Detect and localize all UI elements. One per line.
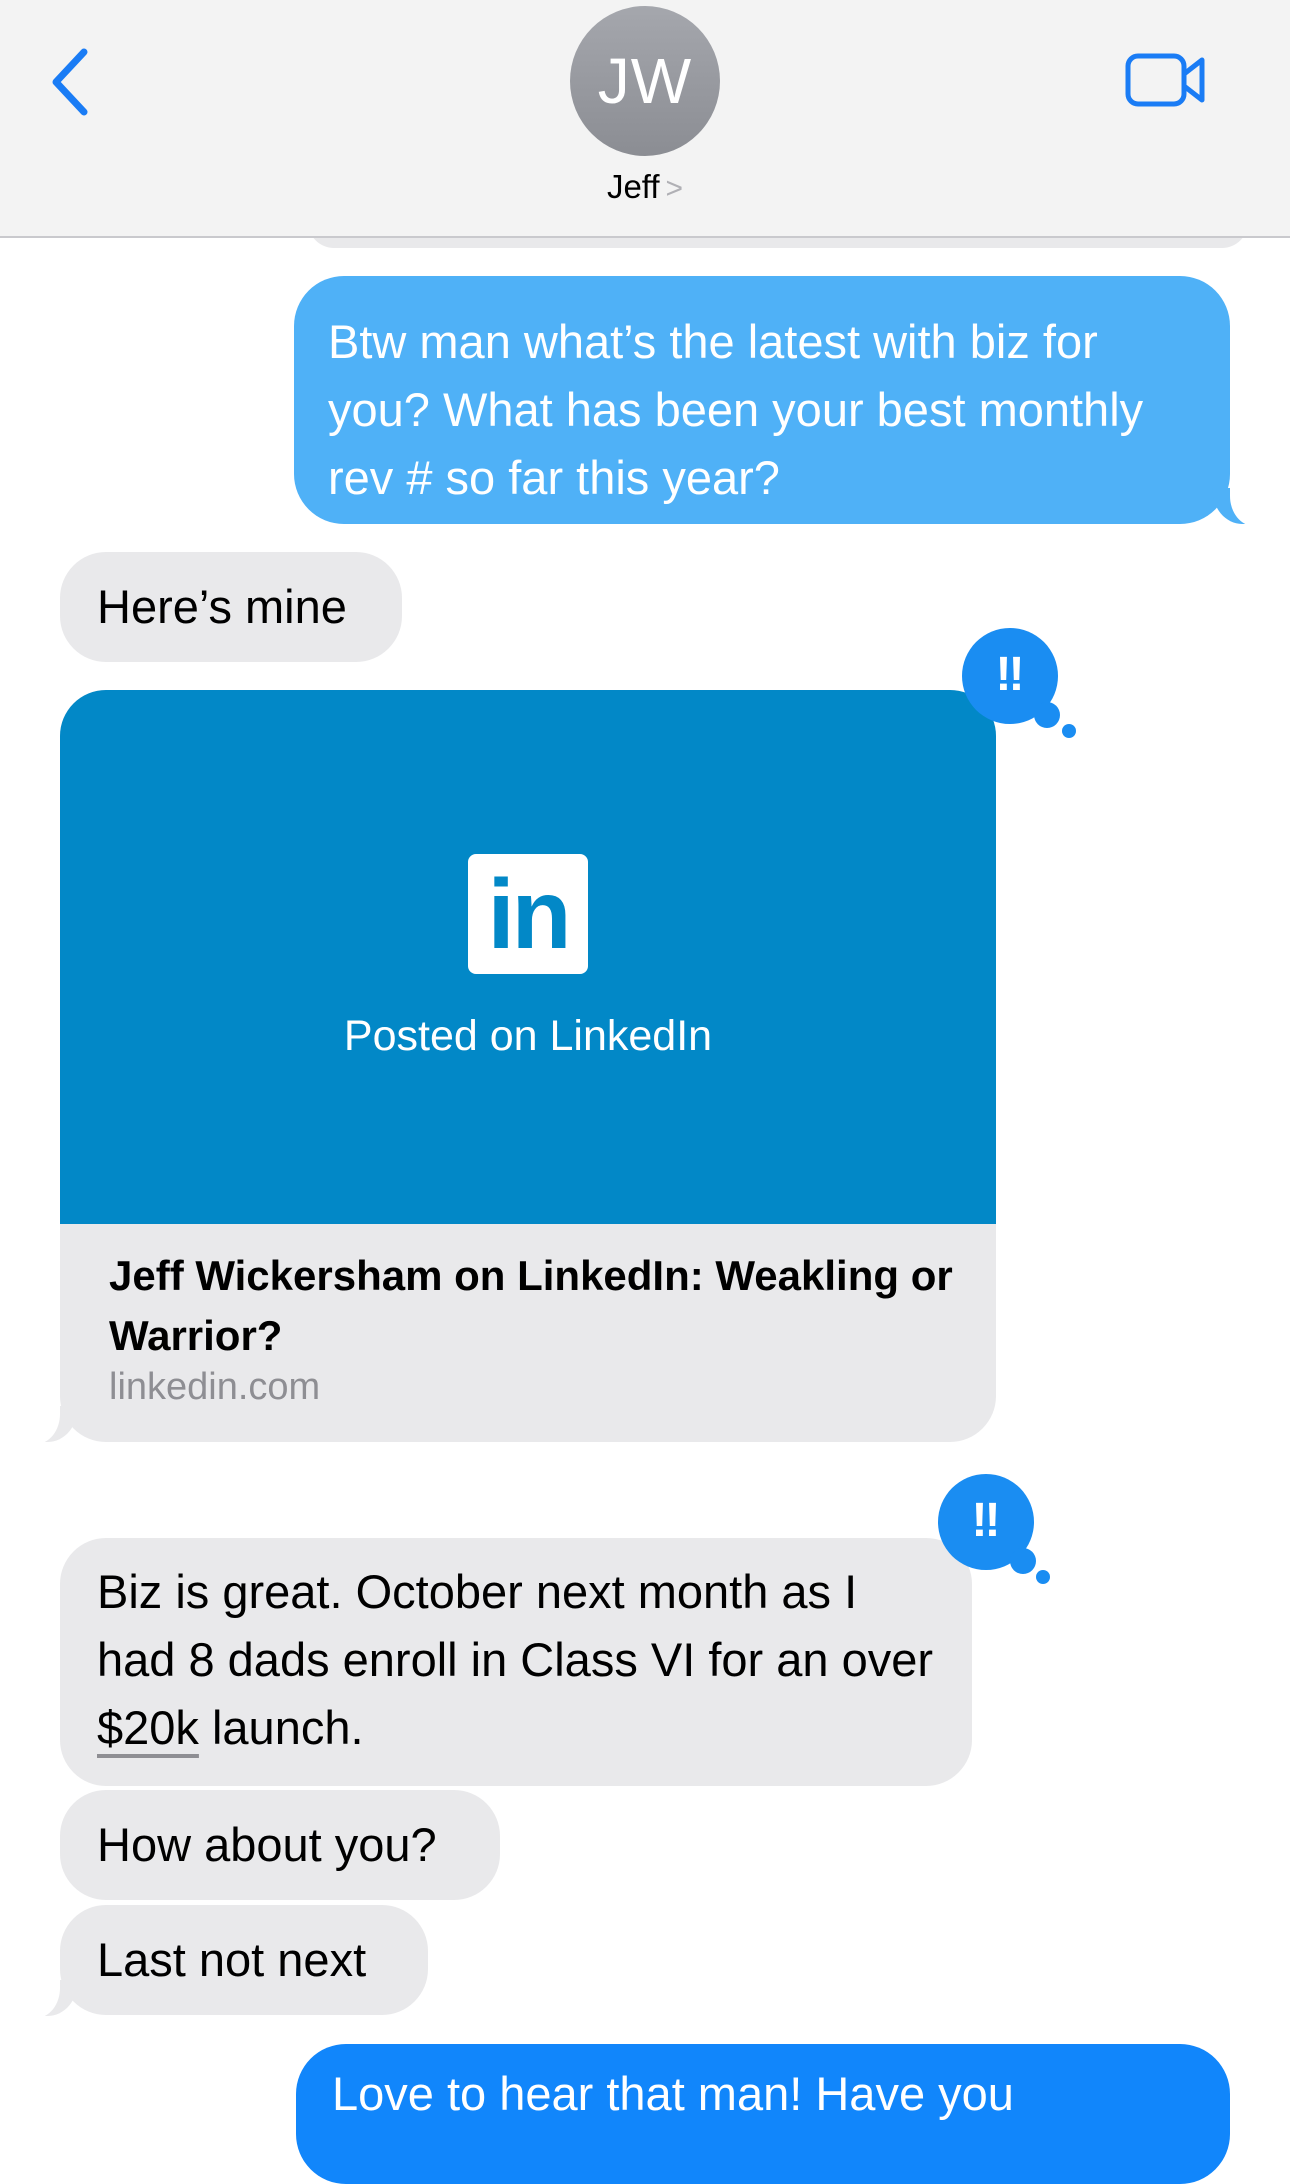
- conversation-header: JW Jeff >: [0, 0, 1290, 238]
- reaction-bubble-dot: [1036, 1570, 1050, 1584]
- avatar[interactable]: JW: [570, 6, 720, 156]
- contact-name[interactable]: Jeff >: [0, 168, 1290, 206]
- bubble-tail: [30, 1404, 78, 1444]
- chevron-left-icon: [52, 48, 88, 116]
- outgoing-message[interactable]: Love to hear that man! Have you: [296, 2044, 1230, 2184]
- linkedin-logo-text: in: [487, 859, 571, 969]
- detected-amount-link[interactable]: $20k: [97, 1701, 199, 1754]
- contact-name-label: Jeff: [606, 168, 660, 205]
- linkedin-logo-icon: in: [468, 854, 588, 974]
- message-text: How about you?: [97, 1818, 437, 1871]
- back-button[interactable]: [44, 44, 104, 120]
- reaction-bubble-dot: [1062, 724, 1076, 738]
- link-preview-domain: linkedin.com: [109, 1366, 321, 1408]
- link-preview-card[interactable]: in Posted on LinkedIn Jeff Wickersham on…: [60, 690, 996, 1442]
- reaction-bubble-dot: [1010, 1548, 1036, 1574]
- chevron-right-icon: >: [665, 172, 684, 205]
- message-text: launch.: [198, 1701, 364, 1754]
- message-text: Last not next: [97, 1933, 367, 1986]
- message-text: Biz is great. October next month as I ha…: [97, 1565, 934, 1686]
- video-camera-icon: [1125, 53, 1205, 107]
- reaction-bubble-dot: [1034, 702, 1060, 728]
- message-text: Love to hear that man! Have you: [332, 2067, 1014, 2120]
- link-preview-image: in Posted on LinkedIn: [60, 690, 996, 1224]
- bubble-tail: [30, 1978, 78, 2018]
- message-text: Btw man what’s the latest with biz for y…: [328, 315, 1144, 504]
- message-text: Here’s mine: [97, 580, 347, 633]
- link-preview-caption: Posted on LinkedIn: [343, 1012, 713, 1060]
- incoming-message[interactable]: Last not next: [60, 1905, 428, 2015]
- bubble-tail: [1212, 486, 1260, 526]
- incoming-message[interactable]: How about you?: [60, 1790, 500, 1900]
- link-preview-title: Jeff Wickersham on LinkedIn: Weakling or…: [109, 1252, 953, 1359]
- incoming-message[interactable]: Here’s mine: [60, 552, 402, 662]
- facetime-video-button[interactable]: [1124, 50, 1208, 110]
- outgoing-message[interactable]: Btw man what’s the latest with biz for y…: [294, 276, 1230, 524]
- incoming-message[interactable]: Biz is great. October next month as I ha…: [60, 1538, 972, 1786]
